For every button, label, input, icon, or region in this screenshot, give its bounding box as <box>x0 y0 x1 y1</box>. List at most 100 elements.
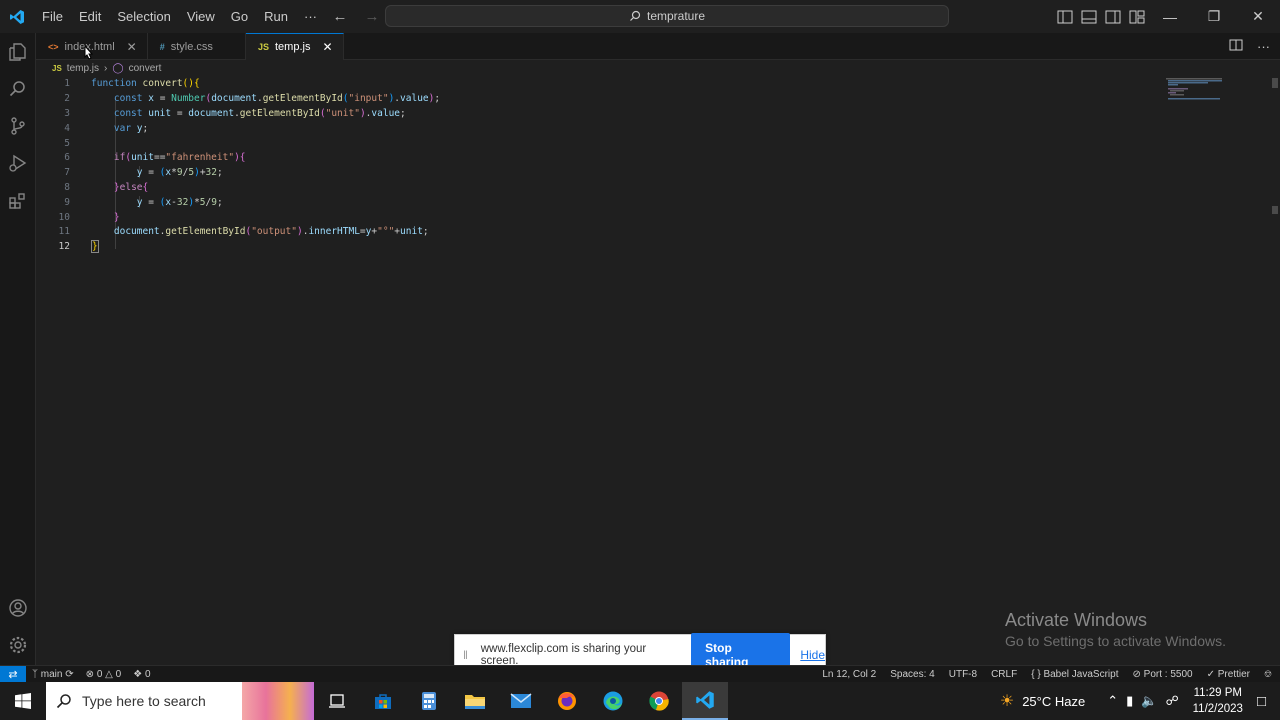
close-icon[interactable]: ✕ <box>322 40 332 54</box>
clock[interactable]: 11:29 PM 11/2/2023 <box>1193 685 1243 717</box>
line-number: 8 <box>64 182 70 193</box>
more-actions-icon[interactable]: ··· <box>1257 39 1270 54</box>
js-file-icon: JS <box>257 42 269 52</box>
network-icon[interactable]: ☍ <box>1165 693 1178 709</box>
explorer-icon[interactable] <box>0 34 36 70</box>
command-center-search[interactable]: temprature <box>385 5 949 27</box>
run-debug-icon[interactable] <box>0 145 36 181</box>
code-line: 11 document.getElementById("output").inn… <box>36 224 1136 239</box>
toggle-secondary-sidebar-icon[interactable] <box>1104 8 1122 26</box>
tab-temp-js[interactable]: JS temp.js ✕ <box>245 33 344 60</box>
language-mode[interactable]: { } Babel JavaScript <box>1031 669 1118 680</box>
notification-center-icon[interactable]: □ <box>1257 693 1266 710</box>
restore-icon[interactable]: ❐ <box>1192 0 1236 33</box>
ports-count: 0 <box>144 668 151 680</box>
system-tray: ☀ 25°C Haze ⌃ ▮ 🔈 ☍ 11:29 PM 11/2/2023 □ <box>1000 682 1280 720</box>
problems-indicator[interactable]: ⊗ 0 △ 0 <box>86 669 122 680</box>
hide-link[interactable]: Hide <box>800 648 825 662</box>
chevron-up-icon[interactable]: ⌃ <box>1107 693 1118 709</box>
vscode-taskbar-icon[interactable] <box>682 682 728 720</box>
end-of-line[interactable]: CRLF <box>991 669 1017 680</box>
close-window-icon[interactable]: ✕ <box>1236 0 1280 33</box>
drag-handle-icon[interactable]: ‖ <box>463 648 473 662</box>
firefox-icon[interactable] <box>544 682 590 720</box>
source-control-icon[interactable] <box>0 108 36 144</box>
watermark-subtitle: Go to Settings to activate Windows. <box>1005 633 1226 649</box>
edge-icon[interactable] <box>590 682 636 720</box>
manage-gear-icon[interactable] <box>0 627 36 663</box>
menu-more[interactable]: ··· <box>296 0 325 33</box>
cursor-position[interactable]: Ln 12, Col 2 <box>822 669 876 680</box>
code-line: 7 y = (x*9/5)+32; <box>36 165 1136 180</box>
code-line: 12 } <box>36 239 1136 254</box>
language-label: Babel JavaScript <box>1043 669 1119 680</box>
calculator-icon[interactable] <box>406 682 452 720</box>
taskbar-search-box[interactable]: Type here to search <box>46 682 314 720</box>
code-line: 3 const unit = document.getElementById("… <box>36 106 1136 121</box>
search-view-icon[interactable] <box>0 71 36 107</box>
chrome-icon[interactable] <box>636 682 682 720</box>
task-view-icon[interactable] <box>314 682 360 720</box>
menu-run[interactable]: Run <box>256 0 296 33</box>
code-editor[interactable]: 1 function convert(){ 2 const x = Number… <box>36 76 1278 661</box>
file-explorer-icon[interactable] <box>452 682 498 720</box>
ports-indicator[interactable]: ❖ 0 <box>133 669 150 680</box>
volume-icon[interactable]: 🔈 <box>1141 693 1157 709</box>
braces-icon: { } <box>1031 669 1041 680</box>
menu-edit[interactable]: Edit <box>71 0 109 33</box>
split-editor-icon[interactable] <box>1229 39 1243 54</box>
extensions-icon[interactable] <box>0 183 36 219</box>
search-icon <box>630 10 641 21</box>
time: 11:29 PM <box>1193 687 1242 699</box>
scrollbar-thumb[interactable] <box>1272 78 1278 88</box>
search-icon <box>56 694 71 709</box>
toggle-primary-sidebar-icon[interactable] <box>1056 8 1074 26</box>
code-line: 2 const x = Number(document.getElementBy… <box>36 91 1136 106</box>
menu-bar: File Edit Selection View Go Run ··· <box>34 0 325 33</box>
mail-icon[interactable] <box>498 682 544 720</box>
toggle-panel-icon[interactable] <box>1080 8 1098 26</box>
indentation[interactable]: Spaces: 4 <box>890 669 934 680</box>
error-icon: ⊗ <box>85 668 95 680</box>
line-number: 4 <box>64 123 70 134</box>
encoding[interactable]: UTF-8 <box>949 669 977 680</box>
customize-layout-icon[interactable] <box>1128 8 1146 26</box>
line-number: 9 <box>64 197 70 208</box>
live-server-port[interactable]: ⊘ Port : 5500 <box>1133 669 1193 680</box>
menu-file[interactable]: File <box>34 0 71 33</box>
prettier-status[interactable]: ✓ Prettier <box>1207 669 1250 680</box>
status-bar: ⇄ ᛉ main ⟳ ⊗ 0 △ 0 ❖ 0 Ln 12, Col 2 Spac… <box>0 665 1280 683</box>
tab-label: temp.js <box>275 41 311 53</box>
layout-controls <box>1056 0 1146 33</box>
microsoft-store-icon[interactable] <box>360 682 406 720</box>
chevron-right-icon: › <box>104 62 108 74</box>
weather-icon: ☀ <box>999 693 1015 710</box>
no-entry-icon: ⊘ <box>1132 669 1141 680</box>
remote-indicator-icon[interactable]: ⇄ <box>0 665 26 683</box>
accounts-icon[interactable] <box>0 590 36 626</box>
activity-bar <box>0 33 36 665</box>
line-number: 12 <box>58 241 70 252</box>
weather-text[interactable]: 25°C Haze <box>1022 694 1085 709</box>
breadcrumb-symbol[interactable]: convert <box>129 63 162 74</box>
close-icon[interactable]: ✕ <box>127 40 137 54</box>
minimize-icon[interactable]: — <box>1148 0 1192 33</box>
back-arrow-icon[interactable]: ← <box>330 8 350 25</box>
minimap[interactable] <box>1166 78 1222 100</box>
battery-icon[interactable]: ▮ <box>1126 693 1133 709</box>
menu-go[interactable]: Go <box>223 0 256 33</box>
menu-selection[interactable]: Selection <box>109 0 178 33</box>
port-label: Port : 5500 <box>1143 669 1193 680</box>
windows-taskbar: Type here to search ☀ 25°C Haze ⌃ ▮ 🔈 ☍ … <box>0 682 1280 720</box>
notifications-bell-icon[interactable]: ⎊ <box>1264 669 1272 680</box>
line-number: 11 <box>58 226 70 237</box>
check-icon: ✓ <box>1206 669 1215 680</box>
tab-label: style.css <box>170 40 213 53</box>
command-center-text: temprature <box>646 9 706 23</box>
tab-style-css[interactable]: # style.css ✕ <box>148 33 246 60</box>
branch-indicator[interactable]: ᛉ main ⟳ <box>32 669 74 680</box>
forward-arrow-icon[interactable]: → <box>362 8 382 25</box>
menu-view[interactable]: View <box>179 0 223 33</box>
windows-start-icon[interactable] <box>0 682 46 720</box>
scrollbar-marker <box>1272 206 1278 214</box>
